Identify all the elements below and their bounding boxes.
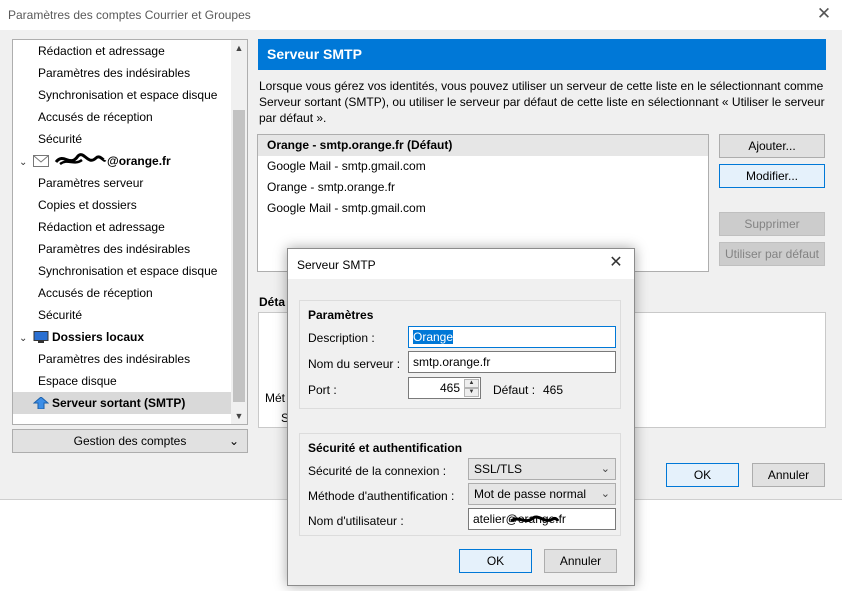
- auth-method-label: Méthode d'authentification :: [308, 489, 455, 503]
- details-label: Déta: [259, 295, 286, 309]
- redacted-scribble: [510, 515, 559, 523]
- manage-accounts-button[interactable]: Gestion des comptes ⌄: [12, 429, 248, 453]
- mail-icon: [33, 155, 49, 167]
- window-ok-button[interactable]: OK: [666, 463, 739, 487]
- panel-title: Serveur SMTP: [258, 39, 826, 70]
- tree-item-sync[interactable]: Synchronisation et espace disque: [13, 84, 232, 106]
- auth-method-select[interactable]: Mot de passe normal ⌄: [468, 483, 616, 505]
- spin-down-icon[interactable]: ▼: [464, 388, 479, 397]
- account-tree-rows: Rédaction et adressage Paramètres des in…: [13, 40, 232, 424]
- dialog-title: Serveur SMTP: [297, 258, 376, 272]
- params-group: Paramètres Description : Orange Nom du s…: [299, 300, 621, 409]
- tree-account-orange[interactable]: ⌄ @orange.fr: [13, 150, 232, 172]
- description-label: Description :: [308, 331, 375, 345]
- tree-item-server-settings[interactable]: Paramètres serveur: [13, 172, 232, 194]
- default-port-label: Défaut :: [493, 383, 536, 397]
- outgoing-server-icon: [33, 397, 49, 409]
- tree-item-redaction[interactable]: Rédaction et adressage: [13, 40, 232, 62]
- account-tree: Rédaction et adressage Paramètres des in…: [12, 39, 248, 425]
- window-close-icon[interactable]: ✕: [814, 4, 834, 24]
- panel-description: Lorsque vous gérez vos identités, vous p…: [259, 79, 825, 125]
- port-spin-buttons[interactable]: ▲ ▼: [464, 379, 479, 397]
- tree-item-security-2[interactable]: Sécurité: [13, 304, 232, 326]
- computer-icon: [33, 331, 49, 343]
- chevron-down-icon: ⌄: [600, 463, 610, 475]
- tree-item-sync-2[interactable]: Synchronisation et espace disque: [13, 260, 232, 282]
- tree-item-junk[interactable]: Paramètres des indésirables: [13, 62, 232, 84]
- dialog-ok-button[interactable]: OK: [459, 549, 532, 573]
- window-title: Paramètres des comptes Courrier et Group…: [8, 8, 251, 22]
- window-titlebar: Paramètres des comptes Courrier et Group…: [0, 0, 842, 30]
- port-value: 465: [439, 381, 460, 395]
- connection-security-label: Sécurité de la connexion :: [308, 464, 447, 478]
- username-label: Nom d'utilisateur :: [308, 514, 404, 528]
- set-default-button[interactable]: Utiliser par défaut: [719, 242, 825, 266]
- username-field[interactable]: atelier@orange.fr: [468, 508, 616, 530]
- tree-item-junk-2[interactable]: Paramètres des indésirables: [13, 238, 232, 260]
- modify-server-button[interactable]: Modifier...: [719, 164, 825, 188]
- scroll-thumb[interactable]: [233, 110, 245, 402]
- tree-scrollbar[interactable]: ▲ ▼: [231, 40, 247, 424]
- server-list-item[interactable]: Google Mail - smtp.gmail.com: [258, 156, 708, 177]
- server-list-item[interactable]: Google Mail - smtp.gmail.com: [258, 198, 708, 219]
- server-name-field[interactable]: smtp.orange.fr: [408, 351, 616, 373]
- tree-local-folders[interactable]: ⌄ Dossiers locaux: [13, 326, 232, 348]
- collapse-chevron-icon[interactable]: ⌄: [19, 328, 31, 350]
- security-title: Sécurité et authentification: [308, 441, 463, 455]
- scroll-up-icon[interactable]: ▲: [231, 40, 247, 56]
- collapse-chevron-icon[interactable]: ⌄: [19, 152, 31, 174]
- tree-item-outgoing-server[interactable]: Serveur sortant (SMTP): [13, 392, 232, 414]
- dialog-close-icon[interactable]: ✕: [606, 253, 626, 273]
- tree-item-copies[interactable]: Copies et dossiers: [13, 194, 232, 216]
- scroll-down-icon[interactable]: ▼: [231, 408, 247, 424]
- connection-security-select[interactable]: SSL/TLS ⌄: [468, 458, 616, 480]
- delete-server-button[interactable]: Supprimer: [719, 212, 825, 236]
- chevron-down-icon: ⌄: [228, 434, 239, 448]
- smtp-server-dialog: Serveur SMTP ✕ Paramètres Description : …: [287, 248, 635, 586]
- security-group: Sécurité et authentification Sécurité de…: [299, 433, 621, 536]
- tree-item-receipts[interactable]: Accusés de réception: [13, 106, 232, 128]
- dialog-titlebar: Serveur SMTP ✕: [288, 249, 634, 279]
- tree-item-receipts-2[interactable]: Accusés de réception: [13, 282, 232, 304]
- server-list-item[interactable]: Orange - smtp.orange.fr (Défaut): [258, 135, 708, 156]
- server-name-label: Nom du serveur :: [308, 357, 401, 371]
- details-fragment: Mét: [265, 391, 286, 405]
- port-stepper[interactable]: 465 ▲ ▼: [408, 377, 481, 399]
- params-title: Paramètres: [308, 308, 374, 322]
- add-server-button[interactable]: Ajouter...: [719, 134, 825, 158]
- port-label: Port :: [308, 383, 337, 397]
- chevron-down-icon: ⌄: [600, 488, 610, 500]
- redacted-scribble: [52, 152, 107, 168]
- description-field[interactable]: Orange: [408, 326, 616, 348]
- spin-up-icon[interactable]: ▲: [464, 379, 479, 388]
- tree-item-junk-local[interactable]: Paramètres des indésirables: [13, 348, 232, 370]
- default-port-value: 465: [543, 383, 564, 397]
- tree-item-disk-space[interactable]: Espace disque: [13, 370, 232, 392]
- tree-item-redaction-2[interactable]: Rédaction et adressage: [13, 216, 232, 238]
- server-list-item[interactable]: Orange - smtp.orange.fr: [258, 177, 708, 198]
- window-cancel-button[interactable]: Annuler: [752, 463, 825, 487]
- dialog-cancel-button[interactable]: Annuler: [544, 549, 617, 573]
- tree-item-security[interactable]: Sécurité: [13, 128, 232, 150]
